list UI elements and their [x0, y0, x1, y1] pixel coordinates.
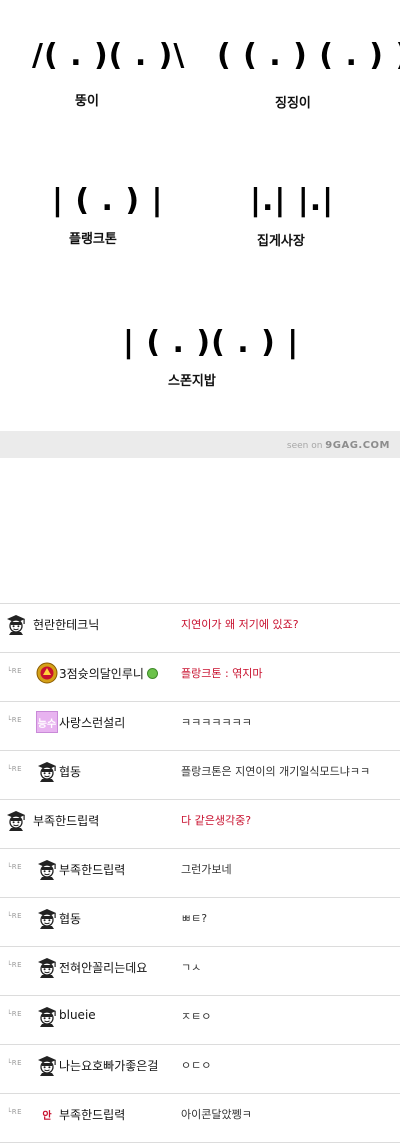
reply-row: └RE 안 부족한드립력 아이콘달았쩽ㅋ — [0, 1094, 400, 1143]
graduate-avatar[interactable] — [36, 1005, 58, 1027]
comment-text: 플랑크톤 : 엮지마 — [181, 667, 263, 680]
comment-username[interactable]: 부족한드립력 — [33, 812, 99, 829]
reply-marker-icon: └RE — [7, 667, 23, 675]
avatar-text: 능수 — [37, 718, 57, 730]
watermark-site: 9GAG.COM — [325, 440, 390, 451]
graduate-avatar[interactable] — [36, 1054, 58, 1076]
face-art-spongebob: | ( . )( . ) | — [123, 325, 300, 360]
reply-row: └RE 협동 ㅃㅌ? — [0, 898, 400, 947]
reply-row: └RE 3점슛의달인루니 플랑크톤 : 엮지마 — [0, 653, 400, 702]
reply-marker-icon: └RE — [7, 1010, 23, 1018]
reply-marker-icon: └RE — [7, 912, 23, 920]
watermark-seen-on: seen on — [286, 441, 326, 451]
comment-text: ㄱㅅ — [181, 961, 202, 974]
watermark: seen on 9GAG.COM — [287, 440, 390, 451]
reply-marker-icon: └RE — [7, 716, 23, 724]
club-emblem-avatar[interactable] — [36, 662, 58, 684]
reply-marker-icon: └RE — [7, 1059, 23, 1067]
an-character-avatar[interactable]: 안 — [36, 1103, 58, 1125]
graduate-avatar[interactable] — [36, 858, 58, 880]
face-art-squidward: ( ( . ) ( . ) ) — [217, 38, 400, 73]
comment-username[interactable]: 부족한드립력 — [59, 1106, 125, 1123]
comment-text: 지연이가 왜 저기에 있죠? — [181, 618, 299, 631]
comment-username[interactable]: 부족한드립력 — [59, 861, 125, 878]
caption-squidward: 징징이 — [275, 96, 311, 111]
reply-row: └RE 전혀안꼴리는데요 ㄱㅅ — [0, 947, 400, 996]
comment-list: 현란한테크닉 지연이가 왜 저기에 있죠? └RE 3점슛의달인루니 플랑크톤 : 엮지… — [0, 603, 400, 1143]
reply-row: └RE 부족한드립력 그런가보네 — [0, 849, 400, 898]
reply-row: └RE blueie ㅈㅌㅇ — [0, 996, 400, 1045]
comment-row: 부족한드립력 다 같은생각중? — [0, 800, 400, 849]
comment-username[interactable]: 나는요호빠가좋은걸 — [59, 1057, 158, 1074]
graduate-avatar[interactable] — [36, 907, 58, 929]
comment-text: ㅋㅋㅋㅋㅋㅋㅋ — [181, 716, 252, 729]
avatar-text: 안 — [42, 1110, 52, 1122]
reply-marker-icon: └RE — [7, 863, 23, 871]
face-art-patrick: /( . )( . )\ — [32, 38, 186, 73]
meme-footer: seen on 9GAG.COM — [0, 431, 400, 458]
caption-spongebob: 스폰지밥 — [168, 374, 216, 389]
comment-username[interactable]: 협동 — [59, 763, 81, 780]
comment-username[interactable]: 현란한테크닉 — [33, 616, 99, 633]
caption-mr-krabs: 집게사장 — [257, 234, 305, 249]
comment-username[interactable]: 사랑스런설리 — [59, 714, 125, 731]
comment-text: 다 같은생각중? — [181, 814, 252, 827]
comment-username[interactable]: 3점슛의달인루니 — [59, 665, 158, 682]
graduate-avatar[interactable] — [5, 809, 27, 831]
caption-plankton: 플랭크톤 — [69, 232, 117, 247]
reply-marker-icon: └RE — [7, 1108, 23, 1116]
pink-tile-avatar[interactable]: 능수 — [36, 711, 58, 733]
comment-username[interactable]: 전혀안꼴리는데요 — [59, 959, 147, 976]
comment-text: 그런가보네 — [181, 863, 232, 876]
caption-patrick: 뚱이 — [75, 94, 99, 109]
reply-row: └RE 협동 플랑크톤은 지연이의 개기일식모드냐ㅋㅋ — [0, 751, 400, 800]
graduate-avatar[interactable] — [36, 956, 58, 978]
graduate-avatar[interactable] — [36, 760, 58, 782]
comment-username[interactable]: 협동 — [59, 910, 81, 927]
reply-row: └RE 능수 사랑스런설리 ㅋㅋㅋㅋㅋㅋㅋ — [0, 702, 400, 751]
comment-text: 아이콘달았쩽ㅋ — [181, 1108, 252, 1121]
comment-text: ㅇㄷㅇ — [181, 1059, 212, 1072]
online-status-icon — [146, 668, 158, 679]
reply-marker-icon: └RE — [7, 765, 23, 773]
comment-text: ㅈㅌㅇ — [181, 1010, 212, 1023]
face-art-plankton: | ( . ) | — [52, 183, 164, 218]
reply-row: └RE 나는요호빠가좋은걸 ㅇㄷㅇ — [0, 1045, 400, 1094]
face-art-mr-krabs: |.| |.| — [250, 183, 335, 218]
meme-image: /( . )( . )\ 뚱이 ( ( . ) ( . ) ) 징징이 | ( … — [0, 0, 400, 458]
graduate-avatar[interactable] — [5, 613, 27, 635]
comment-text: ㅃㅌ? — [181, 912, 208, 925]
comment-username[interactable]: blueie — [59, 1008, 96, 1022]
comment-row: 현란한테크닉 지연이가 왜 저기에 있죠? — [0, 603, 400, 653]
comment-text: 플랑크톤은 지연이의 개기일식모드냐ㅋㅋ — [181, 765, 371, 778]
reply-marker-icon: └RE — [7, 961, 23, 969]
